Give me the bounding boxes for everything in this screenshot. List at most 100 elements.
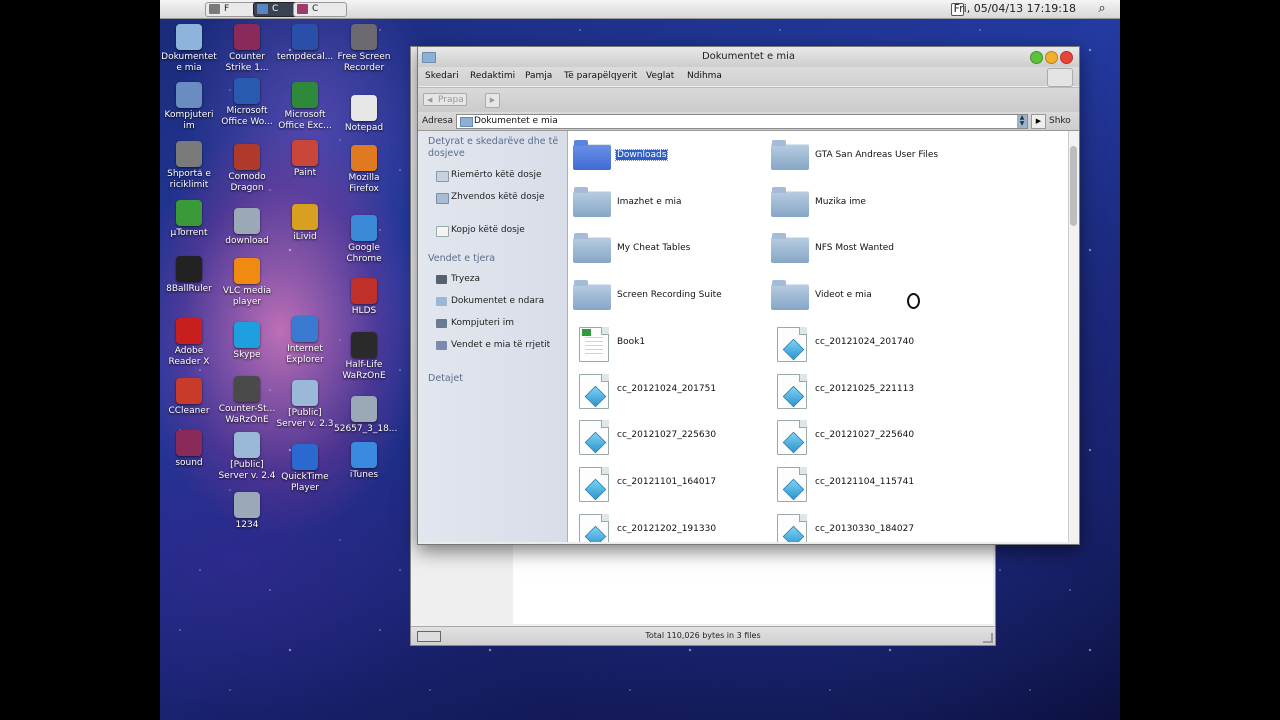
- desktop-shortcut[interactable]: Half-Life WaRzOnE: [334, 332, 394, 382]
- desktop-shortcut[interactable]: Adobe Reader X: [160, 318, 219, 368]
- place-my-computer[interactable]: Kompjuteri im: [436, 318, 564, 329]
- menu-bar: Skedari Redaktimi Pamja Të parapëlqyerit…: [418, 67, 1079, 87]
- excel-icon: [292, 82, 318, 108]
- chrome-icon: [351, 215, 377, 241]
- desktop-shortcut[interactable]: HLDS: [334, 278, 394, 317]
- desktop-shortcut[interactable]: Free Screen Recorder: [334, 24, 394, 74]
- folder-item[interactable]: Downloads: [568, 138, 748, 172]
- apple-menu-icon[interactable]: [174, 1, 194, 17]
- folder-item[interactable]: My Cheat Tables: [568, 231, 748, 265]
- menu-tools[interactable]: Veglat: [646, 71, 674, 81]
- desktop-shortcut-label: 8BallRuler: [166, 284, 212, 294]
- desktop-shortcut[interactable]: download: [217, 208, 277, 247]
- desktop-shortcut[interactable]: Kompjuteri im: [160, 82, 219, 132]
- desktop-shortcut[interactable]: [Public] Server v. 2.4: [217, 432, 277, 482]
- task-rename-folder[interactable]: Riemërto këtë dosje: [436, 170, 564, 182]
- menu-view[interactable]: Pamja: [525, 71, 552, 81]
- place-desktop[interactable]: Tryeza: [436, 274, 564, 285]
- desktop-shortcut[interactable]: Notepad: [334, 95, 394, 134]
- desktop-shortcut[interactable]: 8BallRuler: [160, 256, 219, 295]
- desktop-shortcut[interactable]: Microsoft Office Exc...: [275, 82, 335, 132]
- desktop-shortcut[interactable]: QuickTime Player: [275, 444, 335, 494]
- folder-item[interactable]: NFS Most Wanted: [766, 231, 946, 265]
- spotlight-search-icon[interactable]: ⌕: [1094, 1, 1110, 17]
- desktop-shortcut-label: Notepad: [344, 123, 384, 133]
- title-bar[interactable]: Dokumentet e mia: [418, 47, 1079, 67]
- desktop-shortcut[interactable]: Mozilla Firefox: [334, 145, 394, 195]
- desktop-shortcut[interactable]: iLivid: [275, 204, 335, 243]
- file-view[interactable]: Downloads GTA San Andreas User Files Imazh…: [568, 131, 1068, 542]
- desktop-shortcut[interactable]: Paint: [275, 140, 335, 179]
- task-copy-folder[interactable]: Kopjo këtë dosje: [436, 225, 564, 237]
- place-network[interactable]: Vendet e mia të rrjetit: [436, 340, 564, 351]
- file-item[interactable]: cc_20121027_225640: [766, 418, 946, 456]
- app-icon: [257, 4, 268, 14]
- folder-icon: [234, 432, 260, 458]
- folder-item[interactable]: Videot e mia: [766, 278, 946, 312]
- app-icon: [209, 4, 220, 14]
- address-field[interactable]: Dokumentet e mia ▲ ▼: [456, 114, 1028, 129]
- file-item[interactable]: cc_20121101_164017: [568, 465, 748, 502]
- file-item[interactable]: cc_20121104_115741: [766, 465, 946, 502]
- itunes-icon: [351, 442, 377, 468]
- places-header[interactable]: Vendet e tjera: [428, 253, 564, 265]
- desktop-shortcut[interactable]: iTunes: [334, 442, 394, 481]
- details-header[interactable]: Detajet: [428, 373, 564, 385]
- desktop-shortcut[interactable]: tempdecal...: [275, 24, 335, 63]
- file-item[interactable]: cc_20130330_184027: [766, 512, 946, 542]
- desktop-shortcut[interactable]: Counter Strike 1...: [217, 24, 277, 74]
- place-shared-documents[interactable]: Dokumentet e ndara: [436, 296, 564, 307]
- place-label: Dokumentet e ndara: [451, 296, 545, 306]
- desktop-shortcut[interactable]: [Public] Server v. 2.3: [275, 380, 335, 430]
- desktop-shortcut[interactable]: Skype: [217, 322, 277, 361]
- desktop-shortcut[interactable]: Dokumentet e mia: [160, 24, 219, 74]
- menu-edit[interactable]: Redaktimi: [470, 71, 515, 81]
- explorer-window[interactable]: Dokumentet e mia Skedari Redaktimi Pamja…: [417, 46, 1080, 545]
- file-item[interactable]: cc_20121024_201740: [766, 325, 946, 362]
- menu-help[interactable]: Ndihma: [687, 71, 722, 81]
- clock[interactable]: Fri, 05/04/13 17:19:18: [954, 2, 1076, 16]
- file-item[interactable]: cc_20121027_225630: [568, 418, 748, 456]
- place-label: Tryeza: [451, 274, 480, 284]
- desktop-shortcut[interactable]: Shporta e riciklimit: [160, 141, 219, 191]
- folder-item[interactable]: Muzika ime: [766, 185, 946, 219]
- menu-file[interactable]: Skedari: [425, 71, 459, 81]
- place-label: Kompjuteri im: [451, 318, 515, 328]
- tasks-header[interactable]: Detyrat e skedarëve dhe të dosjeve: [428, 136, 564, 160]
- file-item[interactable]: cc_20121202_191330: [568, 512, 748, 542]
- desktop-shortcut[interactable]: sound: [160, 430, 219, 469]
- desktop-shortcut[interactable]: Google Chrome: [334, 215, 394, 265]
- desktop-shortcut-label: µTorrent: [170, 228, 208, 238]
- desktop-shortcut[interactable]: VLC media player: [217, 258, 277, 308]
- folder-item[interactable]: GTA San Andreas User Files: [766, 138, 946, 172]
- file-item[interactable]: cc_20121024_201751: [568, 372, 748, 409]
- go-button[interactable]: Shko: [1049, 116, 1071, 126]
- taskbar-app-2[interactable]: C: [293, 2, 347, 17]
- file-item[interactable]: cc_20121025_221113: [766, 372, 946, 409]
- scrollbar-thumb[interactable]: [1070, 146, 1077, 226]
- close-button[interactable]: [1060, 51, 1073, 64]
- desktop-shortcut[interactable]: CCleaner: [160, 378, 219, 417]
- desktop-shortcut[interactable]: Counter-St... WaRzOnE: [217, 376, 277, 426]
- task-move-folder[interactable]: Zhvendos këtë dosje: [436, 192, 564, 204]
- desktop-shortcut[interactable]: µTorrent: [160, 200, 219, 239]
- resize-grip[interactable]: [983, 633, 993, 643]
- go-arrow-icon[interactable]: ▶: [1031, 114, 1046, 129]
- desktop-shortcut[interactable]: Internet Explorer: [275, 316, 335, 366]
- desktop-shortcut[interactable]: 52657_3_18...: [334, 396, 397, 435]
- back-button[interactable]: Prapa: [423, 93, 467, 107]
- desktop-shortcut[interactable]: Microsoft Office Wo...: [217, 78, 277, 128]
- desktop-shortcut-label: Internet Explorer: [286, 344, 324, 365]
- file-item[interactable]: Book1: [568, 325, 748, 362]
- move-folder-icon: [436, 193, 449, 204]
- menu-favorites[interactable]: Të parapëlqyerit: [564, 71, 637, 81]
- forward-button[interactable]: ▶: [485, 93, 500, 108]
- folder-item[interactable]: Imazhet e mia: [568, 185, 748, 219]
- desktop-shortcut[interactable]: 1234: [217, 492, 277, 531]
- minimize-button[interactable]: [1045, 51, 1058, 64]
- vertical-scrollbar[interactable]: [1068, 131, 1079, 542]
- desktop-shortcut[interactable]: Comodo Dragon: [217, 144, 277, 194]
- folder-item[interactable]: Screen Recording Suite: [568, 278, 748, 312]
- address-dropdown-icon[interactable]: ▲ ▼: [1017, 115, 1027, 128]
- zoom-button[interactable]: [1030, 51, 1043, 64]
